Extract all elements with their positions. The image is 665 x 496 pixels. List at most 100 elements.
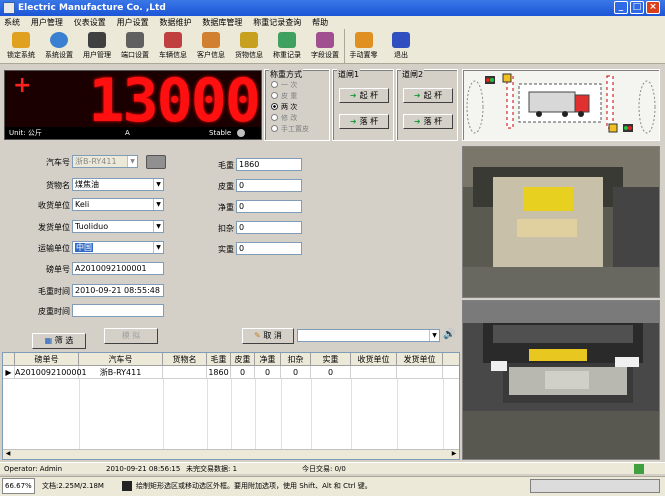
cell-deduct: 0 xyxy=(281,366,311,379)
weight-display: + 13000 Unit: 公斤 A Stable xyxy=(4,70,262,140)
tool-icons-strip[interactable] xyxy=(530,479,660,493)
plate-select[interactable]: 浙B-RY411 ▼ xyxy=(72,155,138,168)
truck-front-image xyxy=(463,301,659,459)
gate2-down-button[interactable]: ➜ 落 杆 xyxy=(403,114,453,129)
menu-instrument-settings[interactable]: 仪表设置 xyxy=(70,16,110,29)
toolbar-system-settings[interactable]: 系统设置 xyxy=(40,29,78,64)
mode-twice-radio[interactable]: 两 次 xyxy=(271,102,297,112)
toolbar-label: 系统设置 xyxy=(45,51,73,59)
col-net[interactable]: 净重 xyxy=(255,353,281,366)
real-field[interactable]: 0 xyxy=(236,242,302,255)
mode-edit-radio[interactable]: 修 改 xyxy=(271,113,297,123)
tare-time-field[interactable] xyxy=(72,304,164,317)
col-deduct[interactable]: 扣杂 xyxy=(281,353,311,366)
weigh-mode-group: 称重方式 一 次 皮 重 两 次 修 改 手工置皮 xyxy=(264,69,330,141)
gate2-up-button[interactable]: ➜ 起 杆 xyxy=(403,88,453,103)
filter-button[interactable]: ▦ 筛 选 xyxy=(32,333,86,349)
menu-weighing-records[interactable]: 称重记录查询 xyxy=(249,16,305,29)
scroll-left-icon[interactable]: ◀ xyxy=(3,450,13,459)
gross-time-field[interactable]: 2010-09-21 08:55:48 xyxy=(72,284,164,297)
toolbar-customer-info[interactable]: 客户信息 xyxy=(192,29,230,64)
serial-field[interactable]: A2010092100001 xyxy=(72,262,164,275)
toolbar-vehicle-info[interactable]: 车辆信息 xyxy=(154,29,192,64)
gate1-down-button[interactable]: ➜ 落 杆 xyxy=(339,114,389,129)
toolbar-exit[interactable]: 退出 xyxy=(382,29,420,64)
chevron-down-icon[interactable]: ▼ xyxy=(153,242,163,253)
col-real[interactable]: 实重 xyxy=(311,353,351,366)
toolbar-label: 手动置零 xyxy=(349,51,378,59)
simulate-button[interactable]: 模 拟 xyxy=(104,328,158,344)
scroll-right-icon[interactable]: ▶ xyxy=(449,450,459,459)
transport-select[interactable]: 中国 ▼ xyxy=(72,241,164,254)
net-field[interactable]: 0 xyxy=(236,200,302,213)
col-serial[interactable]: 磅单号 xyxy=(15,353,79,366)
col-extra[interactable] xyxy=(443,353,459,366)
gate-diagram xyxy=(462,69,660,141)
col-receiver[interactable]: 收货单位 xyxy=(351,353,397,366)
goods-select[interactable]: 煤焦油 ▼ xyxy=(72,178,164,191)
menu-database-management[interactable]: 数据库管理 xyxy=(198,16,246,29)
transport-value: 中国 xyxy=(75,243,93,252)
menu-data-maintenance[interactable]: 数据维护 xyxy=(156,16,196,29)
mode-tare-radio[interactable]: 皮 重 xyxy=(271,91,297,101)
cancel-button[interactable]: ✎ 取 消 xyxy=(242,328,294,344)
col-plate[interactable]: 汽车号 xyxy=(79,353,163,366)
toolbar-field-settings[interactable]: 字段设置 xyxy=(306,29,344,64)
menu-user-management[interactable]: 用户管理 xyxy=(27,16,67,29)
toolbar-manual-zero[interactable]: 手动置零 xyxy=(344,29,382,64)
pending-status: 未完交易数据: 1 xyxy=(186,465,238,473)
tare-field[interactable]: 0 xyxy=(236,179,302,192)
row-pointer-icon: ▶ xyxy=(3,366,15,379)
play-icon[interactable] xyxy=(122,481,132,491)
chevron-down-icon[interactable]: ▼ xyxy=(127,156,137,167)
toolbar-label: 货物信息 xyxy=(235,51,263,59)
record-icon xyxy=(278,32,296,48)
col-goods[interactable]: 货物名 xyxy=(163,353,207,366)
toolbar-goods-info[interactable]: 货物信息 xyxy=(230,29,268,64)
toolbar-label: 字段设置 xyxy=(311,51,339,59)
chevron-down-icon[interactable]: ▼ xyxy=(153,179,163,190)
gate1-up-button[interactable]: ➜ 起 杆 xyxy=(339,88,389,103)
zero-icon xyxy=(354,32,373,48)
horizontal-scrollbar[interactable]: ◀ ▶ xyxy=(3,449,459,459)
sender-value: Tuoliduo xyxy=(75,222,109,231)
chevron-down-icon[interactable]: ▼ xyxy=(153,221,163,232)
chevron-down-icon[interactable]: ▼ xyxy=(153,199,163,210)
search-select[interactable]: ▼ xyxy=(297,329,440,342)
mode-once-radio[interactable]: 一 次 xyxy=(271,80,297,90)
maximize-button[interactable]: □ xyxy=(630,1,644,14)
table-row[interactable]: ▶ A2010092100001 浙B-RY411 1860 0 0 0 0 xyxy=(3,366,459,379)
app-window: Electric Manufacture Co. ,Ltd _ □ × 系统 用… xyxy=(0,0,665,496)
menu-system[interactable]: 系统 xyxy=(0,16,24,29)
close-button[interactable]: × xyxy=(646,1,660,14)
serial-label: 磅单号 xyxy=(46,265,70,274)
minimize-button[interactable]: _ xyxy=(614,1,628,14)
gate2-group: 道闸2 ➜ 起 杆 ➜ 落 杆 xyxy=(396,69,458,141)
field-icon xyxy=(316,32,334,48)
speaker-icon[interactable]: 🔊 xyxy=(443,329,457,343)
operator-status: Operator: Admin xyxy=(4,465,63,473)
deduct-field[interactable]: 0 xyxy=(236,221,302,234)
menu-help[interactable]: 帮助 xyxy=(308,16,332,29)
col-gross[interactable]: 毛重 xyxy=(207,353,231,366)
keyboard-icon[interactable] xyxy=(146,155,166,169)
net-label: 净重 xyxy=(218,203,234,212)
port-icon xyxy=(126,32,144,48)
col-sender[interactable]: 发货单位 xyxy=(397,353,443,366)
toolbar-weighing-records[interactable]: 称重记录 xyxy=(268,29,306,64)
mode-manual-tare-radio[interactable]: 手工置皮 xyxy=(271,124,309,134)
user-icon xyxy=(88,32,106,48)
toolbar-lock-system[interactable]: 锁定系统 xyxy=(2,29,40,64)
plate-value: 浙B-RY411 xyxy=(75,157,117,166)
chevron-down-icon[interactable]: ▼ xyxy=(429,330,439,341)
receiver-select[interactable]: Keli ▼ xyxy=(72,198,164,211)
menu-user-settings[interactable]: 用户设置 xyxy=(113,16,153,29)
zoom-field[interactable]: 66.67% xyxy=(2,478,35,494)
toolbar-user-management[interactable]: 用户管理 xyxy=(78,29,116,64)
toolbar-port-settings[interactable]: 端口设置 xyxy=(116,29,154,64)
gross-time-label: 毛重时间 xyxy=(38,287,70,296)
gross-field[interactable]: 1860 xyxy=(236,158,302,171)
a-label: A xyxy=(125,129,130,137)
col-tare[interactable]: 皮重 xyxy=(231,353,255,366)
sender-select[interactable]: Tuoliduo ▼ xyxy=(72,220,164,233)
